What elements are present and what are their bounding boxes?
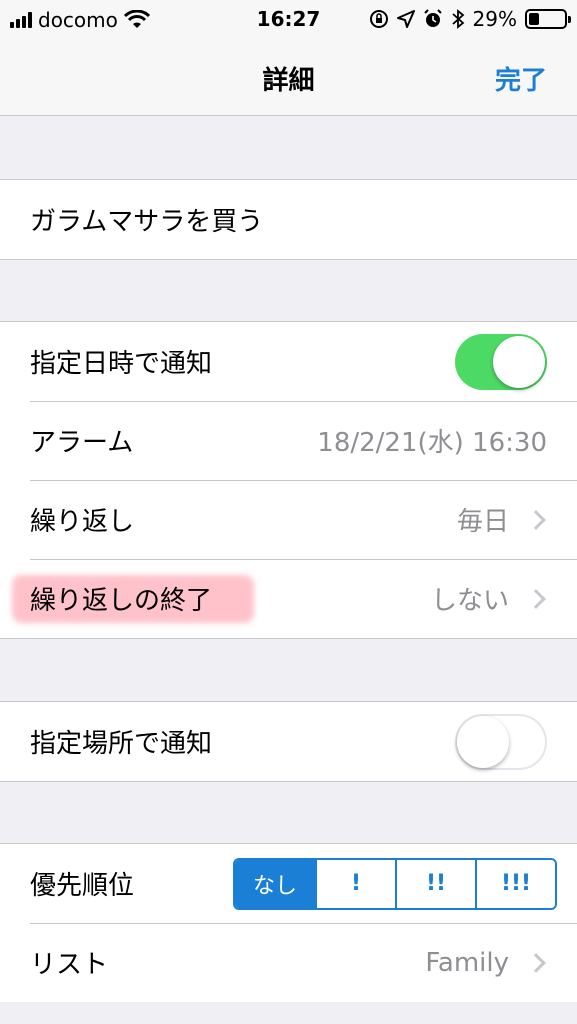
repeat-label: 繰り返し: [30, 507, 135, 537]
alarm-value: 18/2/21(水) 16:30: [317, 428, 547, 458]
priority-cell: 優先順位 なし ! !! !!!: [0, 844, 577, 923]
priority-segmented-control: なし ! !! !!!: [233, 857, 557, 910]
alarm-label: アラーム: [30, 428, 134, 458]
list-cell[interactable]: リスト Family: [0, 923, 577, 1002]
repeat-end-cell[interactable]: 繰り返しの終了 しない: [0, 559, 577, 638]
location-notification-group: 指定場所で通知: [0, 701, 577, 782]
status-right: 29%: [369, 7, 571, 31]
priority-option-high[interactable]: !!!: [475, 859, 555, 908]
repeat-end-label: 繰り返しの終了: [30, 586, 213, 616]
chevron-right-icon: [526, 588, 546, 609]
task-title-group: ガラムマサラを買う: [0, 179, 577, 260]
notify-time-cell: 指定日時で通知: [0, 322, 577, 401]
alarm-clock-icon: [423, 9, 442, 27]
battery-icon: [525, 9, 571, 29]
notify-location-toggle[interactable]: [455, 713, 547, 770]
bluetooth-icon: [451, 9, 464, 29]
toggle-knob: [457, 715, 509, 768]
priority-group: 優先順位 なし ! !! !!! リスト Family: [0, 843, 577, 1002]
priority-option-medium[interactable]: !!: [395, 859, 475, 908]
list-label: リスト: [30, 950, 109, 980]
repeat-value: 毎日: [456, 507, 509, 537]
navigation-bar: 詳細 完了: [0, 40, 577, 116]
priority-option-none[interactable]: なし: [235, 859, 315, 908]
notify-location-label: 指定場所で通知: [30, 729, 213, 759]
page-title: 詳細: [262, 66, 315, 96]
reminder-detail-screen: docomo 16:27 29% 詳細 完了 ガラムマサラを買う 指定日時で通知…: [0, 0, 577, 1024]
notify-location-cell: 指定場所で通知: [0, 702, 577, 781]
repeat-cell[interactable]: 繰り返し 毎日: [0, 480, 577, 559]
done-button[interactable]: 完了: [495, 60, 547, 97]
list-value: Family: [425, 947, 509, 978]
repeat-end-value: しない: [430, 586, 509, 616]
task-title-text: ガラムマサラを買う: [30, 207, 264, 237]
location-arrow-icon: [396, 10, 415, 28]
time-notification-group: 指定日時で通知 アラーム 18/2/21(水) 16:30 繰り返し 毎日 繰り…: [0, 321, 577, 639]
toggle-knob: [493, 335, 545, 388]
chevron-right-icon: [526, 509, 546, 530]
priority-label: 優先順位: [30, 871, 135, 901]
status-bar: docomo 16:27 29%: [0, 0, 577, 40]
battery-percent: 29%: [472, 7, 517, 31]
notify-time-label: 指定日時で通知: [30, 349, 213, 379]
alarm-cell[interactable]: アラーム 18/2/21(水) 16:30: [0, 401, 577, 480]
notify-time-toggle[interactable]: [455, 333, 547, 390]
chevron-right-icon: [526, 952, 546, 973]
task-title-cell[interactable]: ガラムマサラを買う: [0, 180, 577, 259]
battery-fill: [529, 13, 539, 25]
priority-option-low[interactable]: !: [315, 859, 395, 908]
orientation-lock-icon: [369, 10, 388, 28]
